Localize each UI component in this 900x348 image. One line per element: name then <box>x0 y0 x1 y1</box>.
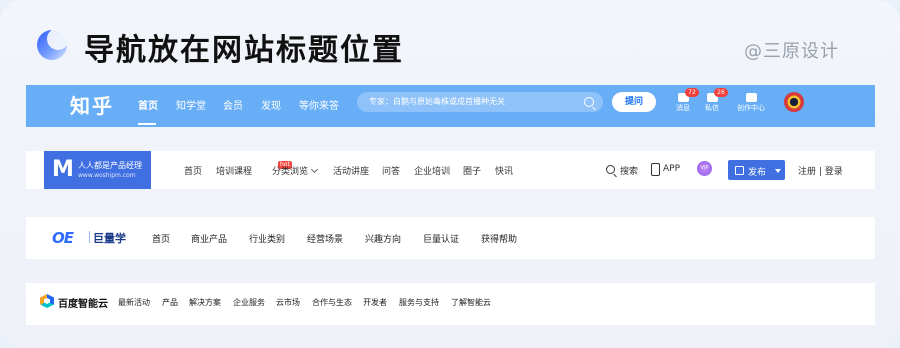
baiducloud-nav-events[interactable]: 最新活动 <box>118 297 150 308</box>
oceanengine-nav-interests[interactable]: 兴趣方向 <box>365 232 401 245</box>
notifications-label: 消息 <box>676 104 690 112</box>
oceanengine-nav-products[interactable]: 商业产品 <box>191 232 227 245</box>
baiducloud-nav-solutions[interactable]: 解决方案 <box>189 297 221 308</box>
phone-icon[interactable] <box>651 163 660 176</box>
oceanengine-nav-certification[interactable]: 巨量认证 <box>423 232 459 245</box>
oceanengine-logo-text[interactable]: 巨量学 <box>93 230 126 246</box>
vip-icon[interactable]: VIP <box>697 161 712 176</box>
zhihu-creator-center[interactable]: 创作中心 <box>733 93 769 113</box>
notification-badge: 72 <box>685 88 699 97</box>
zhihu-nav-home[interactable]: 首页 <box>138 97 158 112</box>
woshipm-logo[interactable]: M 人人都是产品经理 www.woshipm.com <box>44 151 151 189</box>
zhihu-nav-answer[interactable]: 等你来答 <box>299 97 339 112</box>
author-watermark: @三原设计 <box>744 41 839 62</box>
baiducloud-nav-ecosystem[interactable]: 合作与生态 <box>312 297 352 308</box>
baiducloud-nav-about[interactable]: 了解智能云 <box>451 297 491 308</box>
creator-center-label: 创作中心 <box>737 104 765 112</box>
oceanengine-navbar: OE 巨量学 首页 商业产品 行业类别 经营场景 兴趣方向 巨量认证 获得帮助 <box>26 217 875 259</box>
messages-label: 私信 <box>705 104 719 112</box>
oceanengine-nav-help[interactable]: 获得帮助 <box>481 232 517 245</box>
woshipm-nav-circles[interactable]: 圈子 <box>463 164 481 177</box>
woshipm-search-label[interactable]: 搜索 <box>620 164 638 177</box>
avatar[interactable] <box>784 92 804 112</box>
zhihu-navbar: 知乎 首页 知学堂 会员 发现 等你来答 专家：白鹅与原始毒株或成首播种无关 提… <box>26 85 875 127</box>
slide-card: 导航放在网站标题位置 @三原设计 知乎 首页 知学堂 会员 发现 等你来答 专家… <box>0 0 900 348</box>
baiducloud-logo-icon[interactable] <box>40 294 54 308</box>
logo-divider <box>89 231 90 243</box>
categories-label: 分类浏览 <box>272 167 309 177</box>
chevron-down-icon <box>310 165 319 174</box>
baiducloud-nav-market[interactable]: 云市场 <box>276 297 300 308</box>
oceanengine-nav-home[interactable]: 首页 <box>152 232 170 245</box>
woshipm-nav-enterprise[interactable]: 企业培训 <box>414 164 450 177</box>
woshipm-nav-news[interactable]: 快讯 <box>495 164 513 177</box>
woshipm-app-label[interactable]: APP <box>663 164 680 174</box>
zhihu-ask-button[interactable]: 提问 <box>612 92 656 112</box>
baiducloud-nav-developers[interactable]: 开发者 <box>363 297 387 308</box>
baiducloud-nav-support[interactable]: 服务与支持 <box>399 297 439 308</box>
zhihu-search-placeholder: 专家：白鹅与原始毒株或成首播种无关 <box>369 97 505 106</box>
woshipm-m-icon: M <box>52 157 74 182</box>
woshipm-nav-categories[interactable]: 分类浏览 <box>272 164 319 177</box>
woshipm-nav-courses[interactable]: 培训课程 <box>216 164 252 177</box>
zhihu-logo[interactable]: 知乎 <box>70 90 114 119</box>
publish-label: 发布 <box>748 168 767 178</box>
woshipm-nav-home[interactable]: 首页 <box>184 164 202 177</box>
woshipm-logo-title: 人人都是产品经理 <box>78 161 142 170</box>
woshipm-nav-events[interactable]: 活动讲座 <box>333 164 369 177</box>
woshipm-logo-url: www.woshipm.com <box>78 172 136 179</box>
message-badge: 26 <box>714 88 728 97</box>
search-icon[interactable] <box>606 165 615 174</box>
zhihu-nav-member[interactable]: 会员 <box>223 97 243 112</box>
oceanengine-nav-industries[interactable]: 行业类别 <box>249 232 285 245</box>
title-bullet-icon <box>37 28 69 60</box>
zhihu-nav-discover[interactable]: 发现 <box>261 97 281 112</box>
zhihu-active-underline <box>138 123 156 125</box>
edit-icon <box>735 166 744 175</box>
baiducloud-nav-enterprise[interactable]: 企业服务 <box>233 297 265 308</box>
oceanengine-logo-icon[interactable]: OE <box>52 229 74 247</box>
slide-title: 导航放在网站标题位置 <box>84 33 404 68</box>
zhihu-notifications[interactable]: 72 消息 <box>670 88 699 113</box>
baiducloud-navbar: 百度智能云 最新活动 产品 解决方案 企业服务 云市场 合作与生态 开发者 服务… <box>26 283 875 325</box>
creator-icon <box>745 93 757 102</box>
caret-down-icon <box>775 169 781 173</box>
zhihu-messages[interactable]: 26 私信 <box>699 88 728 113</box>
woshipm-nav-qa[interactable]: 问答 <box>382 164 400 177</box>
publish-button[interactable]: 发布 <box>728 160 785 180</box>
baiducloud-logo-text[interactable]: 百度智能云 <box>58 295 108 310</box>
zhihu-search-input[interactable]: 专家：白鹅与原始毒株或成首播种无关 <box>357 92 603 112</box>
search-icon[interactable] <box>584 97 594 107</box>
oceanengine-nav-scenarios[interactable]: 经营场景 <box>307 232 343 245</box>
baiducloud-nav-products[interactable]: 产品 <box>162 297 178 308</box>
login-register-link[interactable]: 注册 | 登录 <box>798 164 843 177</box>
woshipm-navbar: M 人人都是产品经理 www.woshipm.com 首页 培训课程 hot 分… <box>26 151 875 189</box>
zhihu-nav-zhixuetang[interactable]: 知学堂 <box>176 97 206 112</box>
